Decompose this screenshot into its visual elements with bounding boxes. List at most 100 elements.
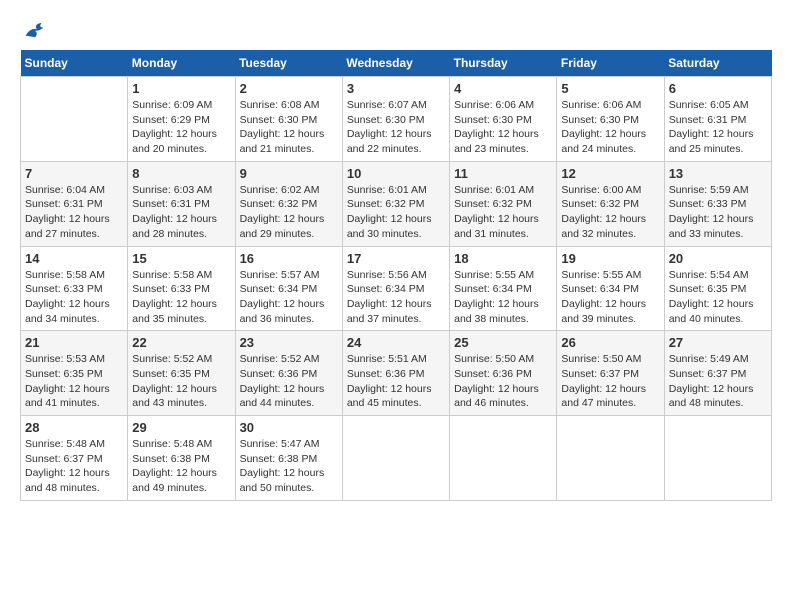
calendar-header-row: SundayMondayTuesdayWednesdayThursdayFrid… [21,50,772,77]
calendar-cell: 27 Sunrise: 5:49 AMSunset: 6:37 PMDayligh… [664,331,771,416]
day-number: 9 [240,166,338,181]
calendar-week-row: 28 Sunrise: 5:48 AMSunset: 6:37 PMDayligh… [21,416,772,501]
day-number: 22 [132,335,230,350]
day-number: 27 [669,335,767,350]
day-info: Sunrise: 6:04 AMSunset: 6:31 PMDaylight:… [25,183,123,242]
day-info: Sunrise: 5:58 AMSunset: 6:33 PMDaylight:… [132,268,230,327]
day-number: 14 [25,251,123,266]
day-info: Sunrise: 5:57 AMSunset: 6:34 PMDaylight:… [240,268,338,327]
calendar-cell: 12 Sunrise: 6:00 AMSunset: 6:32 PMDayligh… [557,161,664,246]
day-number: 8 [132,166,230,181]
day-number: 18 [454,251,552,266]
day-number: 26 [561,335,659,350]
calendar-cell: 9 Sunrise: 6:02 AMSunset: 6:32 PMDaylight… [235,161,342,246]
calendar-cell: 23 Sunrise: 5:52 AMSunset: 6:36 PMDayligh… [235,331,342,416]
calendar-cell: 6 Sunrise: 6:05 AMSunset: 6:31 PMDaylight… [664,77,771,162]
calendar-week-row: 14 Sunrise: 5:58 AMSunset: 6:33 PMDayligh… [21,246,772,331]
day-info: Sunrise: 5:58 AMSunset: 6:33 PMDaylight:… [25,268,123,327]
calendar-table: SundayMondayTuesdayWednesdayThursdayFrid… [20,50,772,501]
calendar-cell: 16 Sunrise: 5:57 AMSunset: 6:34 PMDayligh… [235,246,342,331]
day-info: Sunrise: 5:49 AMSunset: 6:37 PMDaylight:… [669,352,767,411]
calendar-cell: 29 Sunrise: 5:48 AMSunset: 6:38 PMDayligh… [128,416,235,501]
day-number: 16 [240,251,338,266]
weekday-header: Monday [128,50,235,77]
day-info: Sunrise: 5:52 AMSunset: 6:36 PMDaylight:… [240,352,338,411]
day-info: Sunrise: 6:09 AMSunset: 6:29 PMDaylight:… [132,98,230,157]
day-info: Sunrise: 5:48 AMSunset: 6:37 PMDaylight:… [25,437,123,496]
calendar-week-row: 21 Sunrise: 5:53 AMSunset: 6:35 PMDayligh… [21,331,772,416]
weekday-header: Friday [557,50,664,77]
day-info: Sunrise: 5:48 AMSunset: 6:38 PMDaylight:… [132,437,230,496]
day-info: Sunrise: 6:07 AMSunset: 6:30 PMDaylight:… [347,98,445,157]
calendar-cell: 10 Sunrise: 6:01 AMSunset: 6:32 PMDayligh… [342,161,449,246]
day-number: 24 [347,335,445,350]
calendar-cell: 20Sunrise: 5:54 AMSunset: 6:35 PMDayligh… [664,246,771,331]
calendar-cell: 13Sunrise: 5:59 AMSunset: 6:33 PMDayligh… [664,161,771,246]
day-info: Sunrise: 6:06 AMSunset: 6:30 PMDaylight:… [454,98,552,157]
calendar-cell [342,416,449,501]
day-number: 20 [669,251,767,266]
day-info: Sunrise: 5:53 AMSunset: 6:35 PMDaylight:… [25,352,123,411]
weekday-header: Saturday [664,50,771,77]
calendar-cell: 30 Sunrise: 5:47 AMSunset: 6:38 PMDayligh… [235,416,342,501]
calendar-cell [21,77,128,162]
day-number: 3 [347,81,445,96]
calendar-cell: 22 Sunrise: 5:52 AMSunset: 6:35 PMDayligh… [128,331,235,416]
calendar-cell: 28 Sunrise: 5:48 AMSunset: 6:37 PMDayligh… [21,416,128,501]
calendar-week-row: 1 Sunrise: 6:09 AMSunset: 6:29 PMDaylight… [21,77,772,162]
calendar-cell: 21 Sunrise: 5:53 AMSunset: 6:35 PMDayligh… [21,331,128,416]
day-number: 15 [132,251,230,266]
calendar-cell [450,416,557,501]
day-number: 23 [240,335,338,350]
day-number: 13 [669,166,767,181]
calendar-cell: 2Sunrise: 6:08 AMSunset: 6:30 PMDaylight… [235,77,342,162]
day-info: Sunrise: 6:05 AMSunset: 6:31 PMDaylight:… [669,98,767,157]
day-info: Sunrise: 5:52 AMSunset: 6:35 PMDaylight:… [132,352,230,411]
day-number: 28 [25,420,123,435]
calendar-cell [664,416,771,501]
day-number: 5 [561,81,659,96]
day-number: 12 [561,166,659,181]
calendar-week-row: 7Sunrise: 6:04 AMSunset: 6:31 PMDaylight… [21,161,772,246]
day-number: 29 [132,420,230,435]
weekday-header: Wednesday [342,50,449,77]
day-info: Sunrise: 5:51 AMSunset: 6:36 PMDaylight:… [347,352,445,411]
logo-bird-icon [24,20,48,40]
day-info: Sunrise: 5:50 AMSunset: 6:36 PMDaylight:… [454,352,552,411]
day-info: Sunrise: 5:55 AMSunset: 6:34 PMDaylight:… [454,268,552,327]
day-info: Sunrise: 6:02 AMSunset: 6:32 PMDaylight:… [240,183,338,242]
weekday-header: Tuesday [235,50,342,77]
day-info: Sunrise: 6:01 AMSunset: 6:32 PMDaylight:… [347,183,445,242]
day-number: 1 [132,81,230,96]
calendar-cell: 15 Sunrise: 5:58 AMSunset: 6:33 PMDayligh… [128,246,235,331]
calendar-cell: 19Sunrise: 5:55 AMSunset: 6:34 PMDayligh… [557,246,664,331]
day-info: Sunrise: 6:03 AMSunset: 6:31 PMDaylight:… [132,183,230,242]
calendar-cell [557,416,664,501]
day-info: Sunrise: 5:55 AMSunset: 6:34 PMDaylight:… [561,268,659,327]
day-info: Sunrise: 6:06 AMSunset: 6:30 PMDaylight:… [561,98,659,157]
calendar-cell: 7Sunrise: 6:04 AMSunset: 6:31 PMDaylight… [21,161,128,246]
calendar-cell: 26 Sunrise: 5:50 AMSunset: 6:37 PMDayligh… [557,331,664,416]
day-number: 10 [347,166,445,181]
calendar-cell: 25 Sunrise: 5:50 AMSunset: 6:36 PMDayligh… [450,331,557,416]
calendar-cell: 3 Sunrise: 6:07 AMSunset: 6:30 PMDaylight… [342,77,449,162]
day-info: Sunrise: 5:47 AMSunset: 6:38 PMDaylight:… [240,437,338,496]
day-number: 4 [454,81,552,96]
day-number: 11 [454,166,552,181]
day-number: 2 [240,81,338,96]
day-info: Sunrise: 5:50 AMSunset: 6:37 PMDaylight:… [561,352,659,411]
day-number: 6 [669,81,767,96]
calendar-cell: 8 Sunrise: 6:03 AMSunset: 6:31 PMDaylight… [128,161,235,246]
calendar-cell: 17Sunrise: 5:56 AMSunset: 6:34 PMDayligh… [342,246,449,331]
calendar-cell: 5 Sunrise: 6:06 AMSunset: 6:30 PMDaylight… [557,77,664,162]
logo [20,20,50,40]
calendar-cell: 4 Sunrise: 6:06 AMSunset: 6:30 PMDaylight… [450,77,557,162]
day-info: Sunrise: 6:01 AMSunset: 6:32 PMDaylight:… [454,183,552,242]
day-number: 25 [454,335,552,350]
calendar-cell: 14 Sunrise: 5:58 AMSunset: 6:33 PMDayligh… [21,246,128,331]
calendar-cell: 18 Sunrise: 5:55 AMSunset: 6:34 PMDayligh… [450,246,557,331]
day-number: 30 [240,420,338,435]
page-header [20,20,772,40]
day-info: Sunrise: 6:00 AMSunset: 6:32 PMDaylight:… [561,183,659,242]
day-number: 21 [25,335,123,350]
